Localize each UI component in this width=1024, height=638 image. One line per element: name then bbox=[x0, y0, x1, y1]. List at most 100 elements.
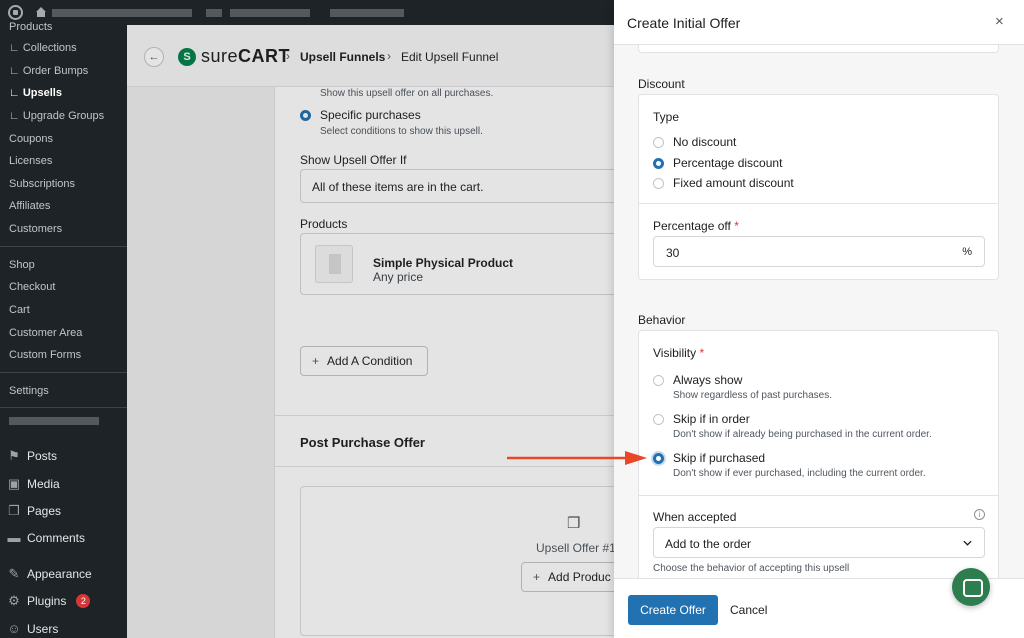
no-discount-option[interactable]: No discount bbox=[653, 135, 736, 149]
post-purchase-title: Post Purchase Offer bbox=[300, 435, 425, 450]
skip-if-purchased-radio[interactable] bbox=[653, 452, 664, 464]
sidebar-item-label: Pages bbox=[27, 504, 62, 518]
surecart-logo-icon: S bbox=[178, 47, 196, 66]
sidebar-item-coupons[interactable]: Coupons bbox=[9, 133, 53, 145]
close-icon[interactable]: × bbox=[995, 13, 1004, 30]
skip-if-in-order-option[interactable]: Skip if in order bbox=[653, 412, 750, 426]
sidebar-item-comments[interactable]: ▬ Comments bbox=[7, 530, 86, 546]
home-icon[interactable] bbox=[35, 6, 47, 18]
sidebar-item-plugins[interactable]: ⚙ Plugins 2 bbox=[7, 594, 91, 608]
brush-icon: ✎ bbox=[8, 566, 20, 581]
surecart-logo: S sureCART bbox=[178, 46, 290, 67]
redacted-toolbar-item bbox=[206, 9, 222, 17]
sidebar-item-appearance[interactable]: ✎ Appearance bbox=[7, 566, 92, 582]
breadcrumb-upsell-funnels[interactable]: Upsell Funnels bbox=[300, 50, 385, 64]
upsell-offer-label: Upsell Offer #1 bbox=[536, 541, 616, 555]
always-show-option[interactable]: Always show bbox=[653, 373, 742, 387]
sidebar-item-upsells[interactable]: ∟ Upsells bbox=[9, 87, 62, 99]
sidebar-item-users[interactable]: ☺ Users bbox=[7, 621, 59, 637]
media-icon: ▣ bbox=[7, 476, 21, 491]
products-label: Products bbox=[300, 217, 348, 231]
create-offer-button[interactable]: Create Offer bbox=[628, 595, 718, 625]
percentage-off-input[interactable]: 30 % bbox=[653, 236, 985, 267]
breadcrumb-edit-upsell-funnel: Edit Upsell Funnel bbox=[401, 50, 499, 64]
option-label: No discount bbox=[673, 135, 737, 149]
sidebar-item-customer-area[interactable]: Customer Area bbox=[9, 327, 82, 339]
chevron-down-icon bbox=[963, 540, 972, 546]
drawer-body[interactable]: Discount Type No discount Percentage dis… bbox=[614, 45, 1024, 578]
sidebar-item-products[interactable]: Products bbox=[9, 21, 52, 33]
sidebar-item-order-bumps[interactable]: ∟ Order Bumps bbox=[9, 65, 88, 77]
fixed-amount-radio[interactable] bbox=[653, 177, 664, 189]
when-accepted-select[interactable]: Add to the order bbox=[653, 527, 985, 558]
sidebar-item-collections[interactable]: ∟ Collections bbox=[9, 42, 77, 54]
skip-if-purchased-desc: Don't show if ever purchased, including … bbox=[673, 468, 926, 479]
info-icon[interactable]: i bbox=[974, 509, 985, 520]
sidebar-item-licenses[interactable]: Licenses bbox=[9, 155, 52, 167]
product-row[interactable]: Simple Physical Product Any price bbox=[300, 233, 640, 295]
sidebar-item-pages[interactable]: ❐ Pages bbox=[7, 503, 62, 519]
sidebar-item-label: Posts bbox=[27, 449, 58, 463]
always-show-radio[interactable] bbox=[653, 374, 664, 386]
fixed-amount-option[interactable]: Fixed amount discount bbox=[653, 176, 794, 190]
users-icon: ☺ bbox=[7, 621, 21, 636]
upsell-offer-slot: ❒ Upsell Offer #1 + Add Produc bbox=[300, 486, 651, 636]
chat-icon[interactable] bbox=[952, 568, 990, 606]
breadcrumb-separator: › bbox=[387, 49, 391, 63]
always-show-desc: Show regardless of past purchases. bbox=[673, 390, 832, 401]
sidebar-item-media[interactable]: ▣ Media bbox=[7, 476, 60, 492]
sidebar-item-label: Plugins bbox=[27, 594, 67, 608]
product-thumbnail bbox=[315, 245, 353, 283]
sidebar-item-cart[interactable]: Cart bbox=[9, 304, 30, 316]
drawer-title: Create Initial Offer bbox=[627, 15, 741, 31]
sidebar-item-settings[interactable]: Settings bbox=[9, 385, 49, 397]
redacted-toolbar-item bbox=[230, 9, 310, 17]
sidebar-divider bbox=[0, 407, 127, 408]
back-button[interactable]: ← bbox=[144, 47, 164, 67]
behavior-section-label: Behavior bbox=[638, 313, 686, 327]
sidebar-item-subscriptions[interactable]: Subscriptions bbox=[9, 178, 75, 190]
sidebar-item-label: Users bbox=[27, 622, 59, 636]
product-price: Any price bbox=[373, 270, 424, 284]
sidebar-item-posts[interactable]: ⚑ Posts bbox=[7, 449, 58, 464]
show-if-label: Show Upsell Offer If bbox=[300, 153, 407, 167]
plus-icon: + bbox=[312, 354, 320, 368]
skip-if-purchased-option[interactable]: Skip if purchased bbox=[653, 451, 765, 465]
discount-type-label: Type bbox=[653, 110, 680, 124]
percent-suffix: % bbox=[962, 246, 972, 258]
sidebar-item-label: Media bbox=[27, 477, 60, 491]
surecart-wordmark: sureCART bbox=[201, 46, 291, 66]
skip-if-in-order-radio[interactable] bbox=[653, 413, 664, 425]
panel-divider bbox=[639, 203, 998, 204]
comments-icon: ▬ bbox=[7, 530, 21, 545]
percentage-discount-option[interactable]: Percentage discount bbox=[653, 156, 782, 170]
admin-sidebar: Products ∟ Collections ∟ Order Bumps ∟ U… bbox=[0, 21, 127, 638]
sidebar-item-checkout[interactable]: Checkout bbox=[9, 281, 55, 293]
option-label: Skip if purchased bbox=[673, 451, 766, 465]
sidebar-item-shop[interactable]: Shop bbox=[9, 259, 35, 271]
specific-purchases-radio[interactable] bbox=[300, 110, 311, 121]
add-condition-button[interactable]: + Add A Condition bbox=[300, 346, 428, 376]
cancel-button[interactable]: Cancel bbox=[730, 603, 767, 617]
sidebar-item-affiliates[interactable]: Affiliates bbox=[9, 200, 50, 212]
panel-divider bbox=[639, 495, 998, 496]
show-if-select[interactable]: All of these items are in the cart. bbox=[300, 169, 640, 203]
sidebar-item-upgrade-groups[interactable]: ∟ Upgrade Groups bbox=[9, 110, 104, 122]
percentage-discount-radio[interactable] bbox=[653, 157, 664, 169]
sidebar-divider bbox=[0, 372, 127, 373]
add-condition-label: Add A Condition bbox=[327, 354, 413, 368]
post-purchase-card: Post Purchase Offer ❒ Upsell Offer #1 + A… bbox=[274, 415, 651, 638]
sidebar-item-customers[interactable]: Customers bbox=[9, 223, 62, 235]
pages-icon: ❐ bbox=[8, 503, 20, 518]
no-discount-radio[interactable] bbox=[653, 136, 664, 148]
drawer-header: Create Initial Offer × bbox=[614, 0, 1024, 45]
wordpress-logo-icon[interactable] bbox=[8, 5, 23, 20]
option-label: Always show bbox=[673, 373, 743, 387]
sidebar-item-label: Appearance bbox=[27, 567, 92, 581]
conditions-card: Show this upsell offer on all purchases.… bbox=[274, 87, 640, 417]
sidebar-item-custom-forms[interactable]: Custom Forms bbox=[9, 349, 81, 361]
add-product-label: Add Produc bbox=[548, 570, 611, 584]
discount-panel: Type No discount Percentage discount Fix… bbox=[638, 94, 999, 280]
product-name: Simple Physical Product bbox=[373, 256, 514, 270]
plus-icon: + bbox=[533, 570, 541, 584]
